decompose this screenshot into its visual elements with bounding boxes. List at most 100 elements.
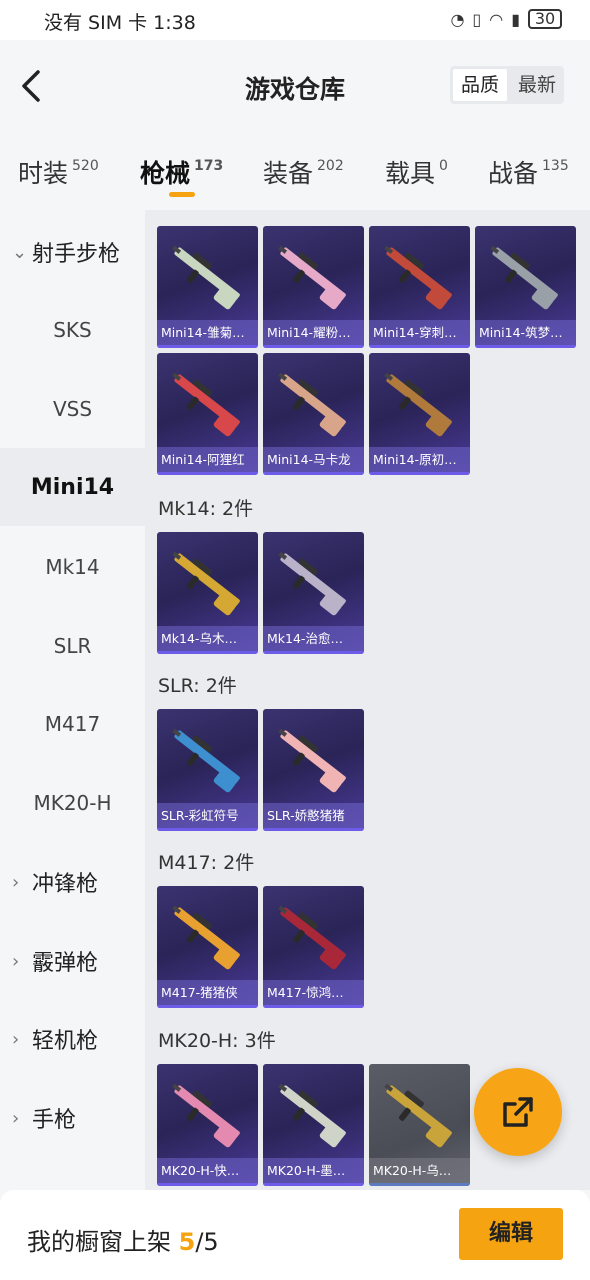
chevron-right-icon: ›	[12, 950, 20, 972]
vibrate-icon: ▯	[472, 9, 482, 29]
sidebar-category-label: 冲锋枪	[32, 872, 99, 897]
showcase-label: 我的橱窗上架	[27, 1228, 179, 1256]
rifle-icon	[481, 236, 570, 316]
item-card[interactable]: M417-惊鸿…	[263, 886, 364, 1008]
rifle-icon	[163, 363, 252, 443]
sidebar-category-smg[interactable]: › 冲锋枪	[0, 843, 145, 921]
rifle-icon	[269, 236, 358, 316]
bottom-bar: 我的橱窗上架 5/5 编辑	[0, 1190, 590, 1280]
status-carrier-time: 没有 SIM 卡 1:38	[44, 12, 196, 34]
showcase-current-count: 5	[178, 1228, 196, 1256]
rifle-icon	[269, 363, 358, 443]
rifle-icon	[375, 1074, 464, 1154]
sidebar: ⌄ 射手步枪 SKS VSS Mini14 Mk14 SLR M417 MK20…	[0, 210, 145, 1190]
share-fab-button[interactable]	[474, 1068, 562, 1156]
tab-vehicles[interactable]: 载具 0	[385, 154, 448, 190]
sidebar-item-mk14[interactable]: Mk14	[0, 528, 145, 606]
section-title-mk14: Mk14: 2件	[158, 498, 254, 520]
slr-grid: SLR-彩虹符号 SLR-娇憨猪猪	[157, 709, 577, 831]
tab-count: 135	[542, 158, 569, 174]
tab-count: 173	[194, 158, 224, 174]
item-card[interactable]: Mini14-筑梦…	[475, 226, 576, 348]
tab-label: 时装	[18, 159, 69, 188]
item-card[interactable]: MK20-H-墨…	[263, 1064, 364, 1186]
item-card[interactable]: MK20-H-乌…	[369, 1064, 470, 1186]
item-card-label: MK20-H-墨…	[263, 1158, 364, 1186]
mini14-grid: Mini14-雏菊… Mini14-耀粉… Mini14-穿刺… Mini14-…	[157, 226, 577, 475]
section-title-m417: M417: 2件	[158, 852, 255, 874]
item-card-label: MK20-H-乌…	[369, 1158, 470, 1186]
sidebar-item-vss[interactable]: VSS	[0, 370, 145, 448]
sidebar-category-label: 轻机枪	[32, 1029, 99, 1054]
showcase-total-count: /5	[195, 1228, 219, 1256]
item-card[interactable]: Mini14-阿狸红	[157, 353, 258, 475]
sidebar-category-marksman[interactable]: ⌄ 射手步枪	[0, 213, 145, 291]
item-card-label: Mini14-原初…	[369, 447, 470, 475]
rifle-icon	[163, 719, 252, 799]
category-tabs: 时装 520 枪械 173 装备 202 载具 0 战备 135	[0, 140, 590, 210]
battery-icon: 30	[528, 9, 562, 29]
signal-icon: ◔	[450, 9, 465, 29]
active-tab-indicator	[169, 192, 195, 197]
item-card-label: Mini14-雏菊…	[157, 320, 258, 348]
item-content: Mini14-雏菊… Mini14-耀粉… Mini14-穿刺… Mini14-…	[145, 210, 590, 1190]
item-card[interactable]: Mini14-雏菊…	[157, 226, 258, 348]
tab-battle-gear[interactable]: 战备 135	[488, 154, 569, 190]
item-card[interactable]: Mini14-马卡龙	[263, 353, 364, 475]
sort-newest-button[interactable]: 最新	[510, 66, 564, 104]
item-card[interactable]: SLR-彩虹符号	[157, 709, 258, 831]
item-card[interactable]: Mini14-穿刺…	[369, 226, 470, 348]
rifle-icon	[375, 236, 464, 316]
chevron-right-icon: ›	[12, 871, 20, 893]
item-card-label: SLR-娇憨猪猪	[263, 803, 364, 831]
item-card-label: Mini14-阿狸红	[157, 447, 258, 475]
m417-grid: M417-猪猪侠 M417-惊鸿…	[157, 886, 577, 1008]
section-title-slr: SLR: 2件	[158, 675, 237, 697]
chevron-right-icon: ›	[12, 1028, 20, 1050]
sidebar-item-slr[interactable]: SLR	[0, 607, 145, 685]
sidebar-category-lmg[interactable]: › 轻机枪	[0, 1000, 145, 1078]
tab-count: 0	[439, 158, 448, 174]
item-card[interactable]: M417-猪猪侠	[157, 886, 258, 1008]
tab-guns[interactable]: 枪械 173	[140, 154, 223, 190]
tab-equipment[interactable]: 装备 202	[263, 154, 344, 190]
item-card-label: Mini14-穿刺…	[369, 320, 470, 348]
status-bar: 没有 SIM 卡 1:38 ◔ ▯ ◠ ▮ 30	[0, 0, 590, 40]
status-icons: ◔ ▯ ◠ ▮ 30	[450, 9, 562, 29]
tab-count: 202	[317, 158, 344, 174]
sidebar-item-m417[interactable]: M417	[0, 685, 145, 763]
sidebar-category-label: 霰弹枪	[32, 951, 99, 976]
wifi-icon: ◠	[489, 9, 504, 29]
tab-label: 装备	[263, 159, 314, 188]
tab-label: 战备	[488, 159, 539, 188]
sidebar-item-mk20h[interactable]: MK20-H	[0, 764, 145, 842]
sidebar-item-mini14[interactable]: Mini14	[0, 448, 145, 526]
tab-fashion[interactable]: 时装 520	[18, 154, 99, 190]
item-card-label: SLR-彩虹符号	[157, 803, 258, 831]
item-card-label: Mini14-耀粉…	[263, 320, 364, 348]
tab-label: 枪械	[140, 159, 191, 188]
sort-quality-button[interactable]: 品质	[453, 69, 507, 101]
item-card-label: M417-猪猪侠	[157, 980, 258, 1008]
item-card[interactable]: Mk14-乌木…	[157, 532, 258, 654]
sidebar-category-shotgun[interactable]: › 霰弹枪	[0, 922, 145, 1000]
section-title-mk20h: MK20-H: 3件	[158, 1030, 276, 1052]
sort-toggle: 品质 最新	[450, 66, 564, 104]
item-card[interactable]: Mini14-原初…	[369, 353, 470, 475]
item-card-label: Mini14-筑梦…	[475, 320, 576, 348]
sidebar-item-sks[interactable]: SKS	[0, 291, 145, 369]
item-card-label: M417-惊鸿…	[263, 980, 364, 1008]
item-card[interactable]: SLR-娇憨猪猪	[263, 709, 364, 831]
mk14-grid: Mk14-乌木… Mk14-治愈…	[157, 532, 577, 654]
sidebar-category-pistol[interactable]: › 手枪	[0, 1079, 145, 1157]
rifle-icon	[163, 236, 252, 316]
rifle-icon	[269, 719, 358, 799]
item-card-label: Mk14-治愈…	[263, 626, 364, 654]
rifle-icon	[163, 1074, 252, 1154]
chevron-down-icon: ⌄	[12, 241, 28, 263]
edit-button[interactable]: 编辑	[459, 1208, 563, 1260]
item-card[interactable]: MK20-H-快…	[157, 1064, 258, 1186]
rifle-icon	[163, 896, 252, 976]
item-card[interactable]: Mini14-耀粉…	[263, 226, 364, 348]
item-card[interactable]: Mk14-治愈…	[263, 532, 364, 654]
